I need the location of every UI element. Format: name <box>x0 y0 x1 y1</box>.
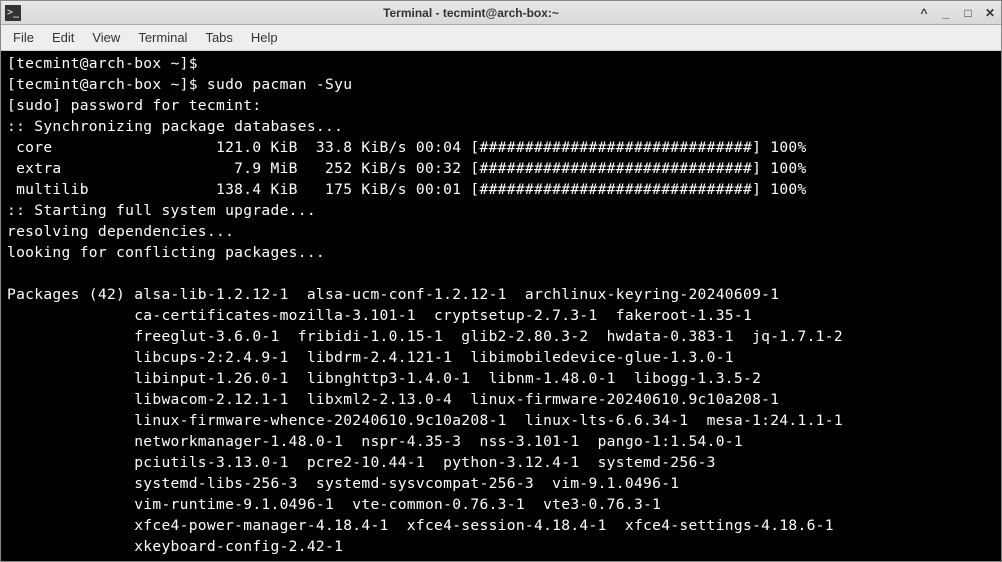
menu-terminal[interactable]: Terminal <box>138 30 187 45</box>
menu-view[interactable]: View <box>92 30 120 45</box>
menu-edit[interactable]: Edit <box>52 30 74 45</box>
menu-help[interactable]: Help <box>251 30 278 45</box>
menubar: File Edit View Terminal Tabs Help <box>1 25 1001 51</box>
terminal-icon: >_ <box>5 5 21 21</box>
menu-file[interactable]: File <box>13 30 34 45</box>
titlebar: >_ Terminal - tecmint@arch-box:~ ^ _ □ ✕ <box>1 1 1001 25</box>
window-title: Terminal - tecmint@arch-box:~ <box>25 6 917 20</box>
maximize-button[interactable]: □ <box>961 6 975 20</box>
minimize-button[interactable]: _ <box>939 6 953 20</box>
close-button[interactable]: ✕ <box>983 6 997 20</box>
rollup-button[interactable]: ^ <box>917 6 931 20</box>
terminal-output[interactable]: [tecmint@arch-box ~]$ [tecmint@arch-box … <box>1 51 1001 561</box>
menu-tabs[interactable]: Tabs <box>205 30 232 45</box>
window-controls: ^ _ □ ✕ <box>917 6 997 20</box>
